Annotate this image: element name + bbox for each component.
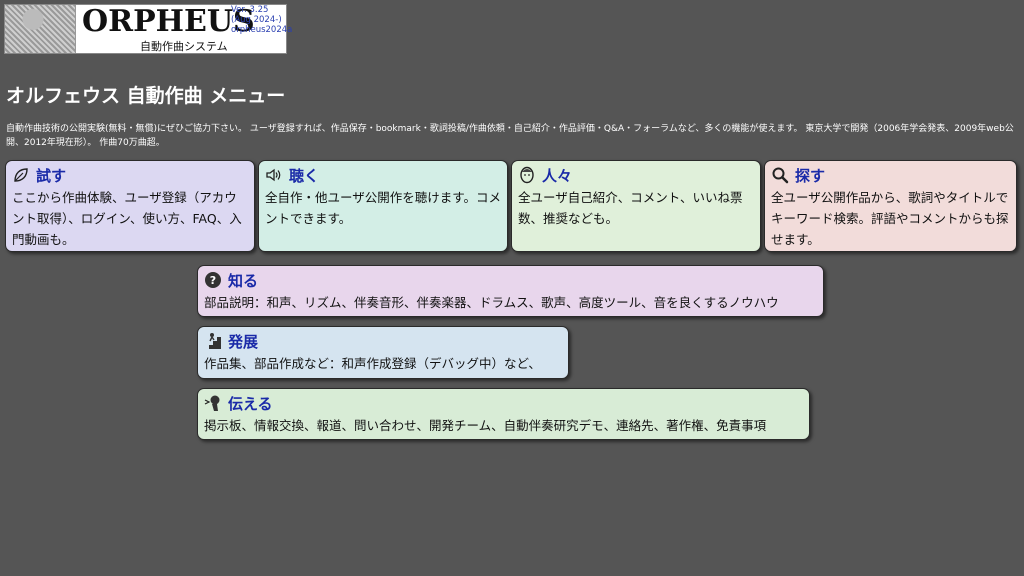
menu-card-search[interactable]: 探す 全ユーザ公開作品から、歌詞やタイトルでキーワード検索。評語やコメントからも… bbox=[764, 160, 1017, 252]
menu-card-try[interactable]: 試す ここから作曲体験、ユーザ登録（アカウント取得）、ログイン、使い方、FAQ、… bbox=[5, 160, 255, 252]
logo-subtitle: 自動作曲システム bbox=[140, 40, 228, 53]
menu-card-desc: 全自作・他ユーザ公開作を聴けます。コメントできます。 bbox=[265, 190, 502, 226]
intro-text: 自動作曲技術の公開実験(無料・無償)にぜひご協力下さい。 ユーザ登録すれば、作品… bbox=[6, 124, 1014, 148]
menu-card-communicate[interactable]: 伝える 掲示板、情報交換、報道、問い合わせ、開発チーム、自動伴奏研究デモ、連絡先… bbox=[197, 388, 810, 440]
question-icon: ? bbox=[204, 271, 222, 289]
menu-card-desc: 掲示板、情報交換、報道、問い合わせ、開発チーム、自動伴奏研究デモ、連絡先、著作権… bbox=[204, 418, 767, 433]
menu-card-title: 聴く bbox=[289, 166, 320, 185]
menu-card-listen[interactable]: 聴く 全自作・他ユーザ公開作を聴けます。コメントできます。 bbox=[258, 160, 508, 252]
search-icon bbox=[771, 166, 789, 184]
face-icon bbox=[518, 166, 536, 184]
menu-card-desc: 全ユーザ公開作品から、歌詞やタイトルでキーワード検索。評語やコメントからも探せま… bbox=[771, 190, 1009, 247]
menu-card-title: 発展 bbox=[228, 332, 259, 351]
menu-card-people[interactable]: 人々 全ユーザ自己紹介、コメント、いいね票数、推奨なども。 bbox=[511, 160, 761, 252]
menu-card-learn[interactable]: ? 知る 部品説明：和声、リズム、伴奏音形、伴奏楽器、ドラムス、歌声、高度ツール… bbox=[197, 265, 824, 317]
version-date: (Aug 2024-) bbox=[231, 15, 282, 25]
menu-card-title: 試す bbox=[36, 166, 67, 185]
menu-card-title: 人々 bbox=[542, 166, 573, 185]
menu-card-title: 知る bbox=[228, 271, 259, 290]
speaker-icon bbox=[265, 166, 283, 184]
menu-card-desc: ここから作曲体験、ユーザ登録（アカウント取得）、ログイン、使い方、FAQ、入門動… bbox=[12, 190, 242, 247]
menu-card-develop[interactable]: 発展 作品集、部品作成など：和声作成登録（デバッグ中）など、 bbox=[197, 326, 569, 379]
menu-card-title: 伝える bbox=[228, 394, 273, 413]
page-title: オルフェウス 自動作曲 メニュー bbox=[6, 85, 286, 107]
leaf-icon bbox=[12, 166, 30, 184]
logo-wordmark: ORPHEUS bbox=[82, 4, 255, 39]
version-number: Ver. 3.25 bbox=[231, 5, 269, 15]
menu-card-desc: 全ユーザ自己紹介、コメント、いいね票数、推奨なども。 bbox=[518, 190, 743, 226]
stairs-icon bbox=[204, 332, 222, 350]
version-code: orpheus2024a bbox=[231, 25, 293, 35]
menu-card-desc: 部品説明：和声、リズム、伴奏音形、伴奏楽器、ドラムス、歌声、高度ツール、音を良く… bbox=[204, 295, 779, 310]
logo-text-block: ORPHEUS 自動作曲システム bbox=[76, 5, 255, 54]
menu-card-title: 探す bbox=[795, 166, 826, 185]
version-info: Ver. 3.25 (Aug 2024-) orpheus2024a bbox=[231, 5, 293, 35]
speak-icon bbox=[204, 394, 222, 412]
menu-card-desc: 作品集、部品作成など：和声作成登録（デバッグ中）など、 bbox=[204, 356, 541, 371]
svg-text:?: ? bbox=[210, 274, 216, 287]
orpheus-portrait-image bbox=[5, 5, 76, 53]
